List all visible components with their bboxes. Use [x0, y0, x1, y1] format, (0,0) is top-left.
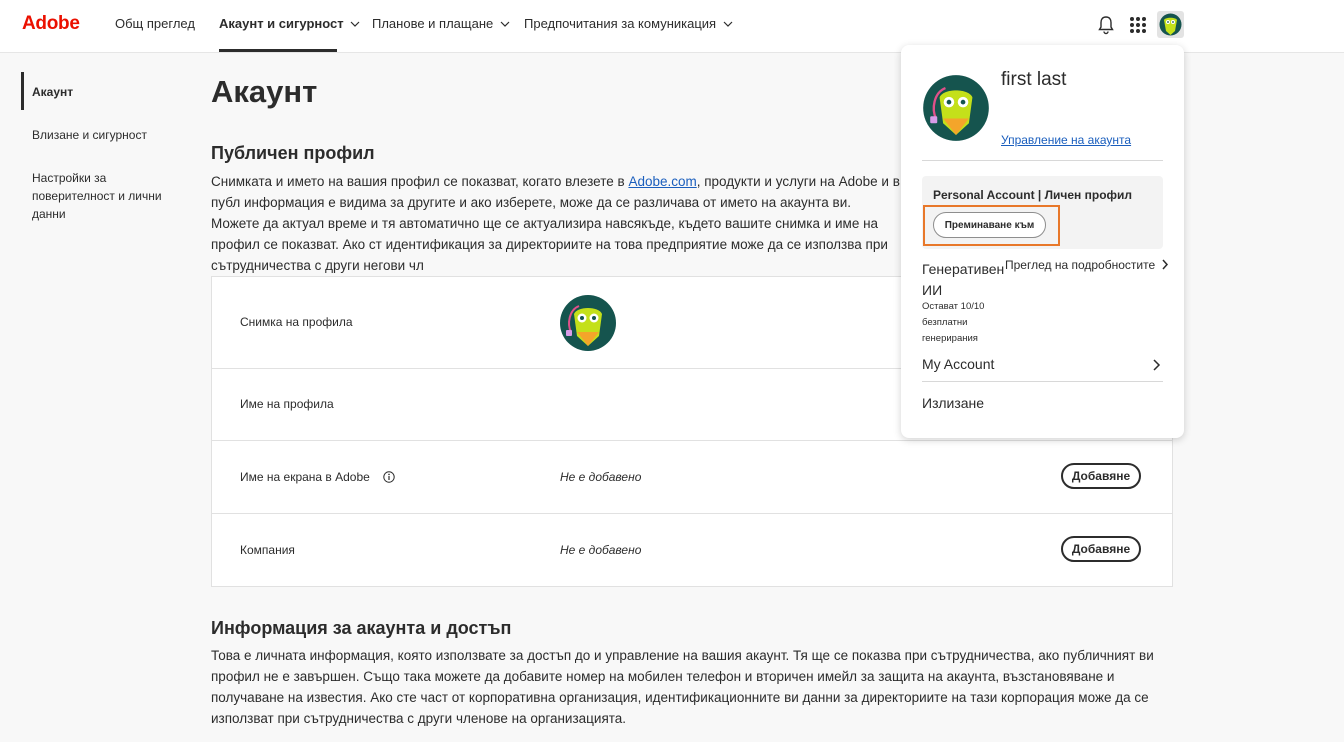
chevron-down-icon — [500, 21, 510, 27]
popover-divider — [922, 160, 1163, 161]
profile-name-label: Име на профила — [240, 397, 334, 411]
company-row: Компания Не е добавено Добавяне — [212, 514, 1172, 586]
manage-account-link[interactable]: Управление на акаунта — [1001, 133, 1131, 147]
profile-photo-label: Снимка на профила — [240, 315, 353, 329]
avatar-button[interactable] — [1157, 11, 1184, 38]
public-profile-description: Снимката и името на вашия профил се пока… — [211, 171, 901, 276]
view-details-label: Преглед на подробностите — [1005, 258, 1156, 272]
sidebar-item-sign-in-security[interactable]: Влизане и сигурност — [32, 126, 172, 144]
company-value: Не е добавено — [560, 543, 642, 557]
screen-name-row: Име на екрана в Adobe Не е добавено Доба… — [212, 441, 1172, 514]
account-info-description: Това е личната информация, която използв… — [211, 648, 1154, 726]
highlight-box — [923, 205, 1060, 246]
active-nav-underline — [219, 49, 337, 52]
chevron-right-icon — [1162, 259, 1169, 270]
bell-icon[interactable] — [1094, 13, 1118, 37]
sidebar-active-indicator — [21, 72, 24, 110]
popover-avatar — [923, 75, 989, 141]
my-account-item[interactable]: My Account — [922, 356, 1163, 376]
genai-credits: Остават 10/10 безплатни генерирания — [922, 301, 985, 344]
sidebar-item-account[interactable]: Акаунт — [32, 83, 172, 101]
add-company-button[interactable]: Добавяне — [1061, 536, 1141, 562]
my-account-label: My Account — [922, 356, 995, 372]
public-profile-heading: Публичен профил — [211, 143, 375, 163]
sign-out-item[interactable]: Излизане — [922, 395, 1163, 415]
chevron-down-icon — [350, 21, 360, 27]
sidebar-item-privacy[interactable]: Настройки за поверителност и лични данни — [32, 169, 167, 223]
nav-account-security[interactable]: Акаунт и сигурност — [219, 16, 360, 31]
info-icon[interactable] — [383, 471, 395, 483]
chevron-down-icon — [723, 21, 733, 27]
screen-name-label: Име на екрана в Adobe — [240, 470, 370, 484]
view-details-link[interactable]: Преглед на подробностите — [1005, 258, 1169, 272]
adobe-com-link[interactable]: Adobe.com — [628, 174, 696, 189]
account-info-heading: Информация за акаунта и достъп — [211, 618, 512, 638]
sign-out-label: Излизане — [922, 395, 985, 411]
apps-grid-icon[interactable] — [1126, 13, 1150, 37]
popover-divider — [922, 381, 1163, 382]
screen-name-value: Не е добавено — [560, 470, 642, 484]
page-title: Акаунт — [211, 74, 318, 109]
avatar — [1159, 13, 1182, 36]
account-type-label: Personal Account | Личен профил — [933, 188, 1133, 202]
add-screen-name-button[interactable]: Добавяне — [1061, 463, 1141, 489]
nav-plans-payment-label: Планове и плащане — [372, 16, 494, 31]
user-name: first last — [1001, 69, 1067, 90]
genai-title: Генеративен ИИ — [922, 261, 1005, 298]
public-profile-text-1: Снимката и името на вашия профил се пока… — [211, 174, 629, 189]
nav-communication-preferences-label: Предпочитания за комуникация — [524, 16, 717, 31]
screen-name-label-wrap: Име на екрана в Adobe — [240, 470, 395, 484]
nav-overview-label: Общ преглед — [115, 16, 195, 31]
adobe-logo[interactable]: Adobe — [22, 13, 80, 35]
nav-account-security-label: Акаунт и сигурност — [219, 16, 344, 31]
nav-plans-payment[interactable]: Планове и плащане — [372, 16, 510, 31]
nav-overview[interactable]: Общ преглед — [115, 16, 195, 31]
profile-popover: first last Управление на акаунта Persona… — [901, 45, 1184, 438]
chevron-right-icon — [1153, 359, 1161, 371]
company-label: Компания — [240, 543, 295, 557]
nav-communication-preferences[interactable]: Предпочитания за комуникация — [524, 16, 733, 31]
profile-avatar[interactable] — [559, 294, 617, 352]
